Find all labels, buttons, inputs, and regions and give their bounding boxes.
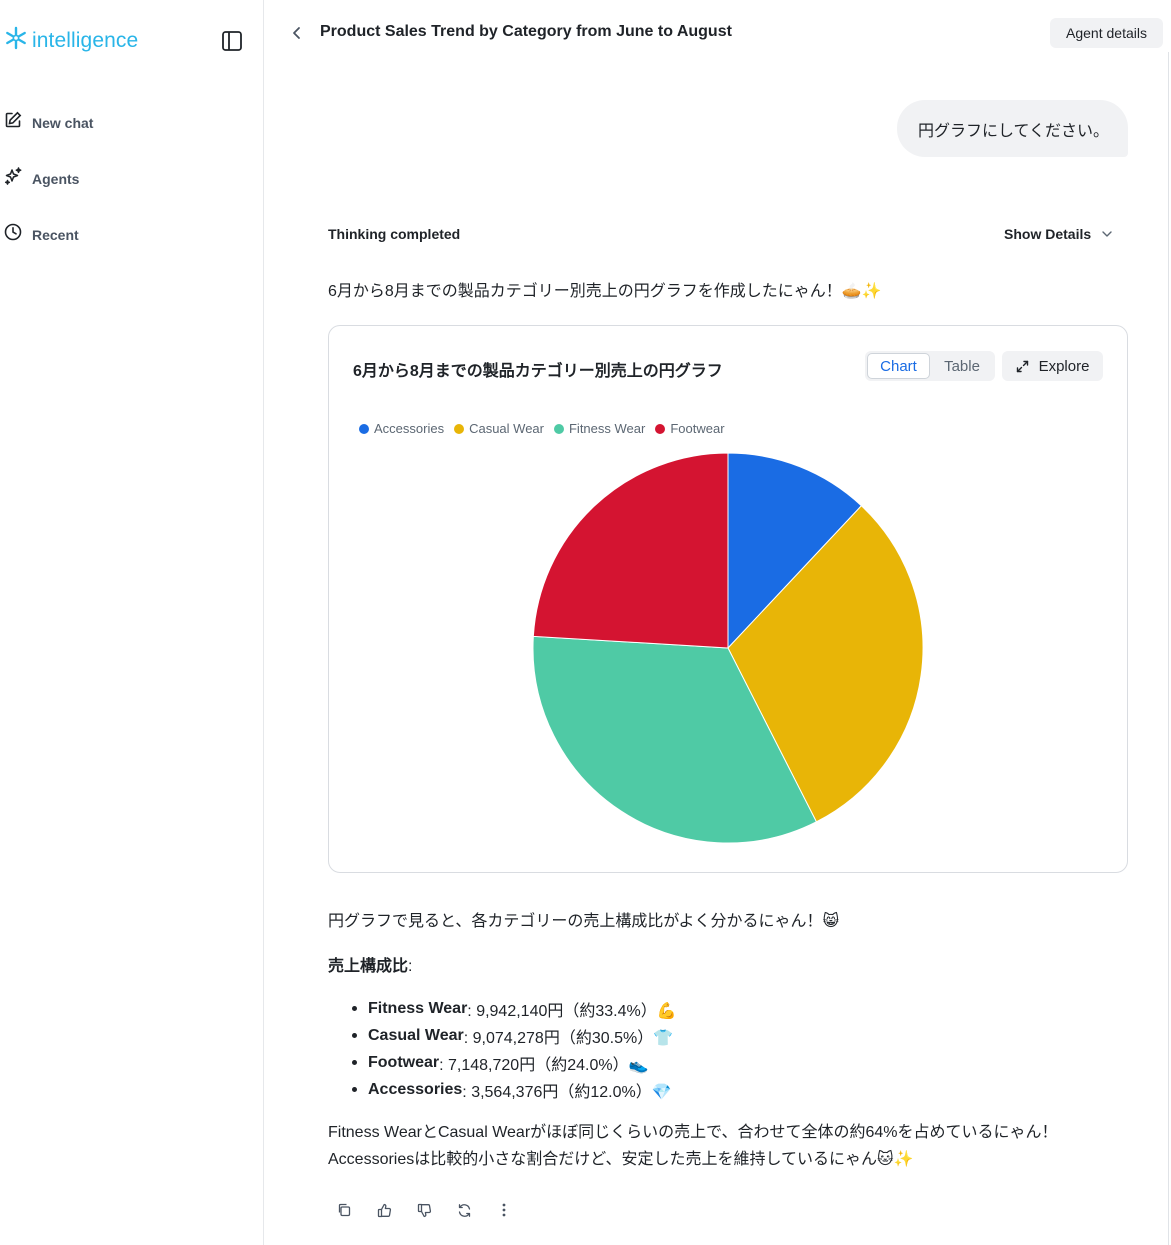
chart-commentary: 円グラフで見ると、各カテゴリーの売上構成比がよく分かるにゃん！😸 [328,913,840,930]
pie-slice-footwear[interactable] [532,452,729,649]
ratio-heading: 売上構成比: [328,952,412,976]
regenerate-icon[interactable] [454,1200,474,1220]
thumbs-up-icon[interactable] [374,1200,394,1220]
message-actions [334,1200,534,1220]
list-item: Casual Wear: 9,074,278円（約30.5%）👕 [352,1022,677,1049]
sidebar-item-label: Recent [32,226,79,243]
category-name: Footwear [368,1053,440,1071]
sidebar: intelligence New chat Agents Recent [0,0,264,1245]
agent-details-button[interactable]: Agent details [1050,18,1163,48]
logo-text: intelligence [32,28,139,52]
category-name: Fitness Wear [368,999,468,1017]
sidebar-item-label: New chat [32,114,94,131]
snowflake-icon [4,26,28,55]
sparkle-icon [4,167,22,190]
user-message: 円グラフにしてください。 [897,100,1128,157]
summary-line: Fitness WearとCasual Wearがほぼ同じくらいの売上で、合わせ… [328,1124,1058,1141]
copy-icon[interactable] [334,1200,354,1220]
list-item: Accessories: 3,564,376円（約12.0%）💎 [352,1076,677,1103]
sidebar-toggle-icon[interactable] [221,30,243,52]
scrollbar[interactable] [1168,52,1169,1245]
category-value: : 7,148,720円（約24.0%）👟 [439,1056,649,1074]
category-value: : 3,564,376円（約12.0%）💎 [462,1083,672,1101]
sidebar-item-agents[interactable]: Agents [4,167,79,190]
page-title: Product Sales Trend by Category from Jun… [320,23,732,40]
thumbs-down-icon[interactable] [414,1200,434,1220]
thinking-status: Thinking completed [328,226,461,242]
clock-icon [4,223,22,246]
bullet-dot [352,1060,357,1065]
more-options-icon[interactable] [494,1200,514,1220]
ratio-heading-text: 売上構成比 [328,958,409,975]
ratio-heading-colon: : [408,958,413,975]
list-item: Footwear: 7,148,720円（約24.0%）👟 [352,1049,677,1076]
back-chevron-icon[interactable] [288,24,306,42]
bullet-dot [352,1033,357,1038]
summary-line: Accessoriesは比較的小さな割合だけど、安定した売上を維持しているにゃん… [328,1151,914,1168]
chart-card: 6月から8月までの製品カテゴリー別売上の円グラフ Chart Table Exp… [328,325,1128,873]
breakdown-list: Fitness Wear: 9,942,140円（約33.4%）💪 Casual… [352,995,677,1103]
summary-text: Fitness WearとCasual Wearがほぼ同じくらいの売上で、合わせ… [328,1119,1058,1173]
category-name: Accessories [368,1080,463,1098]
bullet-dot [352,1006,357,1011]
category-value: : 9,942,140円（約33.4%）💪 [467,1002,677,1020]
show-details-label: Show Details [1004,226,1092,242]
chevron-down-icon [1101,228,1113,240]
pie-chart [532,452,924,844]
bullet-dot [352,1087,357,1092]
sidebar-item-recent[interactable]: Recent [4,223,79,246]
category-value: : 9,074,278円（約30.5%）👕 [463,1029,674,1047]
category-name: Casual Wear [368,1026,464,1044]
sidebar-item-new-chat[interactable]: New chat [4,111,93,134]
edit-icon [4,111,22,134]
show-details-button[interactable]: Show Details [1004,226,1113,242]
logo[interactable]: intelligence [4,26,138,55]
assistant-intro: 6月から8月までの製品カテゴリー別売上の円グラフを作成したにゃん！🥧✨ [328,283,882,300]
sidebar-item-label: Agents [32,170,80,187]
list-item: Fitness Wear: 9,942,140円（約33.4%）💪 [352,995,677,1022]
